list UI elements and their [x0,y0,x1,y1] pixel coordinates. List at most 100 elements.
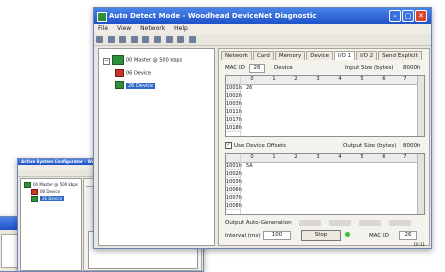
disconnect-icon[interactable] [107,36,115,43]
minimize-icon[interactable]: – [389,10,401,22]
input-size-label: Input Size (bytes) [345,65,394,71]
column-header: 0 [250,76,254,82]
properties-icon[interactable] [153,36,161,43]
output-data-grid[interactable]: 0 1 2 3 4 5 6 7 1001h 1002h 1003h 1006h … [225,153,425,215]
mac-id-value: 26 [249,64,265,73]
interval-input[interactable]: 100 [263,231,291,240]
settings-icon[interactable] [177,36,185,43]
column-header: 4 [338,154,342,160]
print-icon[interactable] [130,36,138,43]
device-icon [115,69,124,77]
tree-node-device-06[interactable]: 06 Device [31,189,60,195]
column-header: 5 [360,154,364,160]
auto-gen-options[interactable] [299,220,417,226]
expand-icon[interactable]: − [103,57,110,65]
main-menubar: File View Network Help [94,24,431,34]
save-icon[interactable] [119,36,127,43]
help-icon[interactable] [188,36,196,43]
row-offset: 1006h [226,187,242,194]
menu-network[interactable]: Network [140,25,165,32]
input-data-grid[interactable]: 0 1 2 3 4 5 6 7 1001h 1002h 1003h 1011h … [225,75,425,137]
main-titlebar[interactable]: Auto Detect Mode - Woodhead DeviceNet Di… [94,8,431,24]
row-offset: 1008h [226,203,242,210]
tab-io1[interactable]: I/O 1 [334,51,356,60]
column-header: 5 [360,76,364,82]
use-offsets-checkbox[interactable]: ✓ Use Device Offsets [225,142,286,149]
device-icon [115,81,124,89]
column-header: 6 [382,154,386,160]
input-grid-scrollbar[interactable] [417,76,424,136]
row-offset: 1002h [226,93,242,100]
column-header: 4 [338,76,342,82]
scan-icon[interactable] [142,36,150,43]
stop-button[interactable]: Stop [301,230,341,241]
column-header: 3 [316,76,320,82]
status-led-icon [345,232,350,237]
column-header: 0 [250,154,254,160]
tab-io2[interactable]: I/O 2 [356,51,378,60]
device-label-selected: 26 Device [40,196,65,201]
tab-network[interactable]: Network [221,51,252,60]
row-offset: 1011h [226,109,242,116]
cell-value[interactable]: 26 [246,85,252,91]
row-offset: 1018h [226,125,242,132]
tree-node-master[interactable]: 00 Master @ 500 kbps [24,182,78,188]
main-title: Auto Detect Mode - Woodhead DeviceNet Di… [109,12,317,20]
app-icon [97,12,107,22]
checkbox-checked-icon[interactable]: ✓ [225,142,232,149]
master-label: 00 Master @ 500 kbps [126,57,183,64]
main-window: Auto Detect Mode - Woodhead DeviceNet Di… [93,7,432,249]
menu-help[interactable]: Help [174,25,188,32]
device-label: 06 Device [126,70,152,77]
menu-view[interactable]: View [117,25,131,32]
status-time: 16:31 [413,242,425,247]
cell-value[interactable]: 5A [246,163,253,169]
row-offset: 1007h [226,195,242,202]
row-offset: 1001h [226,85,242,92]
close-icon[interactable]: ✕ [415,10,427,22]
tab-card[interactable]: Card [252,51,274,60]
output-size-value: 8000h [403,143,421,149]
master-icon [24,182,31,188]
network-tree[interactable]: − 00 Master @ 500 kbps 06 Device 26 Devic… [98,48,215,246]
tab-memory[interactable]: Memory [274,51,306,60]
tab-strip: Network Card Memory Device I/O 1 I/O 2 Send Ex… [221,51,423,60]
device-label: Device [274,65,293,71]
mac-id-value-2: 26 [399,231,417,240]
master-label: 00 Master @ 500 kbps [33,182,78,187]
tree-node-device-06[interactable]: 06 Device [115,69,151,77]
tree-node-device-26[interactable]: 26 Device [31,196,65,202]
interval-label: Interval (ms) [225,233,261,239]
configurator-tree[interactable]: 00 Master @ 500 kbps 06 Device 26 Device [20,178,82,271]
tab-device[interactable]: Device [306,51,334,60]
row-offset: 1003h [226,101,242,108]
column-header: 7 [403,76,407,82]
device-label: 06 Device [40,189,61,194]
menu-file[interactable]: File [98,25,108,32]
output-size-label: Output Size (bytes) [343,143,397,149]
tab-send-explicit[interactable]: Send Explicit [378,51,422,60]
row-offset: 1001h [226,163,242,170]
column-header: 2 [294,154,298,160]
maximize-icon[interactable]: □ [402,10,414,22]
device-label-selected: 26 Device [126,82,156,89]
row-offset: 1017h [226,117,242,124]
row-offset: 1002h [226,171,242,178]
mac-id-label: MAC ID [225,65,245,71]
output-grid-scrollbar[interactable] [417,154,424,214]
input-size-value: 8000h [403,65,421,71]
tree-node-master[interactable]: − 00 Master @ 500 kbps [103,55,182,65]
mac-id-label-2: MAC ID [369,233,389,239]
device-icon [31,189,38,195]
column-header: 3 [316,154,320,160]
tree-node-device-26[interactable]: 26 Device [115,81,156,89]
auto-gen-label: Output Auto-Generation [225,220,292,226]
main-toolbar [94,34,431,46]
column-header: 2 [294,76,298,82]
column-header: 7 [403,154,407,160]
device-icon [31,196,38,202]
use-offsets-label: Use Device Offsets [234,143,286,149]
connect-icon[interactable] [96,36,103,43]
row-offset: 1003h [226,179,242,186]
monitor-icon[interactable] [165,36,173,43]
